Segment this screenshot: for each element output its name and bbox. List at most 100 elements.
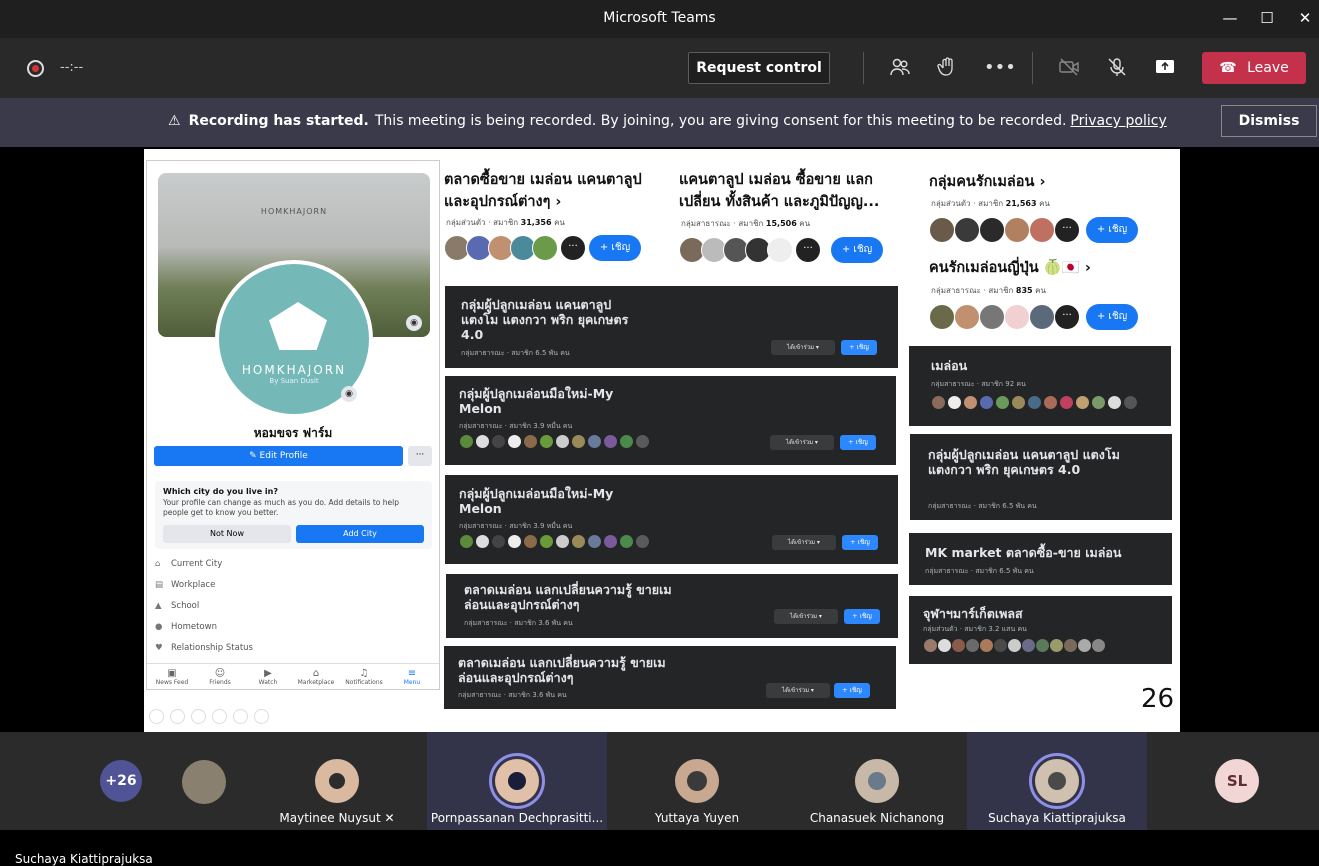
participant-name: Yuttaya Yuyen bbox=[654, 811, 740, 825]
card-meta: กลุ่มสาธารณะ · สมาชิก 3.6 พัน คน bbox=[458, 691, 567, 699]
group-card: MK market ตลาดซื้อ-ขาย เมล่อน กลุ่มสาธาร… bbox=[909, 533, 1172, 585]
dismiss-button[interactable]: Dismiss bbox=[1221, 105, 1317, 137]
member-avatars: ··· bbox=[929, 304, 1080, 330]
nav-marketplace: ⌂ Marketplace bbox=[293, 668, 339, 686]
more-participants-button[interactable]: +26 bbox=[100, 760, 142, 802]
meeting-timer: --:-- bbox=[60, 60, 84, 75]
profile-avatar: HOMKHAJORN By Suan Dusit ◉ bbox=[215, 260, 373, 418]
leave-button[interactable]: ☎ Leave bbox=[1202, 52, 1306, 84]
mic-muted-icon: ✕ bbox=[384, 811, 395, 825]
camera-off-icon[interactable] bbox=[1057, 56, 1081, 80]
watch-icon: ▶ bbox=[264, 668, 272, 679]
share-screen-icon[interactable] bbox=[1153, 56, 1177, 80]
joined-button: ได้เข้าร่วม ▾ bbox=[772, 535, 836, 550]
participant-name: Maytinee Nuysut ✕ bbox=[279, 811, 395, 825]
news-feed-icon: ▣ bbox=[167, 668, 177, 679]
location-icon: ● bbox=[155, 622, 163, 632]
recording-banner: ⚠ Recording has started. This meeting is b… bbox=[0, 98, 1319, 147]
card-title: เมล่อน bbox=[931, 358, 968, 373]
participants-icon[interactable] bbox=[888, 56, 912, 80]
close-button[interactable]: ✕ bbox=[1293, 8, 1317, 28]
city-prompt-card: Which city do you live in? Your profile … bbox=[155, 481, 432, 549]
card-title: กลุ่มผู้ปลูกเมล่อน แคนตาลูป แตงโม แตงกวา… bbox=[928, 447, 1120, 477]
slide-controls[interactable] bbox=[149, 709, 299, 725]
detail-label: Relationship Status bbox=[171, 643, 253, 653]
participant-tile[interactable]: SL bbox=[1147, 732, 1319, 830]
participant-tile[interactable]: Maytinee Nuysut ✕ bbox=[247, 732, 427, 830]
detail-workplace: ▤ Workplace bbox=[155, 580, 215, 590]
participant-tile[interactable]: Yuttaya Yuyen bbox=[607, 732, 787, 830]
participant-tile[interactable]: Suchaya Kiattiprajuksa bbox=[967, 732, 1147, 830]
raise-hand-icon[interactable] bbox=[936, 56, 960, 80]
avatar-brand: HOMKHAJORN bbox=[241, 363, 347, 377]
banner-bold: Recording has started. bbox=[188, 113, 369, 129]
presenter-name: Suchaya Kiattiprajuksa bbox=[15, 852, 153, 866]
city-question: Which city do you live in? bbox=[163, 487, 278, 496]
group-card: จุฬาฯมาร์เก็ตเพลส กลุ่มส่วนตัว · สมาชิก … bbox=[909, 596, 1172, 664]
presentation-slide: HOMKHAJORN ◉ HOMKHAJORN By Suan Dusit ◉ … bbox=[144, 149, 1180, 732]
invite-button: + เชิญ bbox=[844, 609, 880, 624]
menu-icon: ≡ bbox=[407, 668, 417, 679]
options-icon bbox=[254, 709, 269, 724]
avatar bbox=[1035, 759, 1079, 803]
profile-name: หอมขจร ฟาร์ม bbox=[253, 426, 333, 440]
city-description: Your profile can change as much as you d… bbox=[163, 498, 399, 517]
card-title: จุฬาฯมาร์เก็ตเพลส bbox=[923, 606, 1023, 621]
nav-watch: ▶ Watch bbox=[245, 668, 291, 686]
avatar bbox=[855, 759, 899, 803]
add-city-button: Add City bbox=[296, 525, 424, 543]
card-title: MK market ตลาดซื้อ-ขาย เมล่อน bbox=[925, 545, 1122, 560]
group-card: เมล่อน กลุ่มสาธารณะ · สมาชิก 92 คน bbox=[909, 346, 1171, 426]
invite-button: + เชิญ bbox=[841, 340, 877, 355]
detail-label: Workplace bbox=[171, 580, 216, 590]
leave-label: Leave bbox=[1247, 60, 1289, 76]
card-meta: กลุ่มสาธารณะ · สมาชิก 3.9 หมื่น คน bbox=[459, 422, 573, 430]
invite-button: + เชิญ bbox=[842, 535, 878, 550]
participant-tile[interactable]: Pornpassanan Dechprasitti... bbox=[427, 732, 607, 830]
privacy-policy-link[interactable]: Privacy policy bbox=[1070, 113, 1166, 129]
meeting-toolbar: --:-- Request control ••• ☎ Leave bbox=[0, 38, 1319, 98]
detail-label: School bbox=[171, 601, 200, 611]
microphone-muted-icon[interactable] bbox=[1105, 56, 1129, 80]
detail-hometown: ● Hometown bbox=[155, 622, 217, 632]
avatar bbox=[495, 759, 539, 803]
prev-slide-icon bbox=[149, 709, 164, 724]
group-meta: กลุ่มส่วนตัว · สมาชิก 31,356 คน bbox=[446, 218, 565, 227]
group-card: กลุ่มผู้ปลูกเมล่อน แคนตาลูป แตงโม แตงกวา… bbox=[910, 434, 1172, 520]
camera-icon: ◉ bbox=[406, 315, 422, 331]
joined-button: ได้เข้าร่วม ▾ bbox=[771, 340, 835, 355]
card-meta: กลุ่มสาธารณะ · สมาชิก 6.5 พัน คน bbox=[461, 349, 570, 357]
card-meta: กลุ่มสาธารณะ · สมาชิก 6.5 พัน คน bbox=[925, 567, 1034, 575]
next-slide-icon bbox=[170, 709, 185, 724]
not-now-button: Not Now bbox=[163, 525, 291, 543]
avatar bbox=[315, 759, 359, 803]
cover-brand: HOMKHAJORN bbox=[260, 207, 328, 216]
invite-button: + เชิญ bbox=[589, 235, 641, 261]
title-bar: Microsoft Teams — ☐ ✕ bbox=[0, 0, 1319, 38]
banner-message: ⚠ Recording has started. This meeting is b… bbox=[168, 113, 1167, 129]
nav-friends: ☺ Friends bbox=[197, 668, 243, 686]
card-meta: กลุ่มสาธารณะ · สมาชิก 92 คน bbox=[931, 380, 1026, 388]
participant-avatar[interactable] bbox=[182, 760, 226, 804]
invite-button: + เชิญ bbox=[834, 683, 870, 698]
participant-tile[interactable]: Chanasuek Nichanong bbox=[787, 732, 967, 830]
maximize-button[interactable]: ☐ bbox=[1255, 8, 1279, 28]
more-options-icon[interactable]: ••• bbox=[984, 56, 1016, 80]
nav-news-feed: ▣ News Feed bbox=[149, 668, 195, 686]
card-title: ตลาดเมล่อน แลกเปลี่ยนความรู้ ขายเมล่อนแล… bbox=[458, 655, 666, 685]
detail-relationship: ♥ Relationship Status bbox=[155, 643, 253, 653]
marketplace-icon: ⌂ bbox=[312, 668, 320, 679]
minimize-button[interactable]: — bbox=[1218, 8, 1242, 28]
slide-page-number: 26 bbox=[1141, 684, 1175, 714]
warning-icon: ⚠ bbox=[168, 113, 181, 129]
group-meta: กลุ่มส่วนตัว · สมาชิก 21,563 คน bbox=[931, 199, 1050, 208]
slide-sorter-icon bbox=[212, 709, 227, 724]
card-meta: กลุ่มสาธารณะ · สมาชิก 6.5 พัน คน bbox=[928, 502, 1037, 510]
joined-button: ได้เข้าร่วม ▾ bbox=[770, 435, 834, 450]
request-control-button[interactable]: Request control bbox=[688, 52, 830, 84]
participant-name: Chanasuek Nichanong bbox=[809, 811, 945, 825]
card-title: กลุ่มผู้ปลูกเมล่อนมือใหม่-My Melon bbox=[459, 486, 614, 516]
invite-button: + เชิญ bbox=[1086, 304, 1138, 330]
nav-menu: ≡ Menu bbox=[389, 668, 435, 686]
joined-button: ได้เข้าร่วม ▾ bbox=[774, 609, 838, 624]
